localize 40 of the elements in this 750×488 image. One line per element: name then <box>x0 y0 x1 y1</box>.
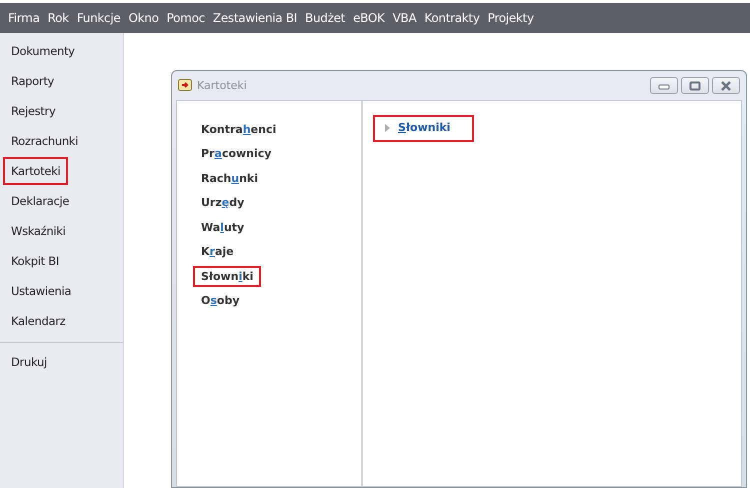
sidebar-item[interactable]: Raporty <box>3 67 62 95</box>
menu-item[interactable]: eBOK <box>349 11 389 25</box>
sidebar-item[interactable]: Kokpit BI <box>3 247 67 275</box>
sidebar-item[interactable]: Deklaracje <box>3 187 78 215</box>
list-item[interactable]: Rachunki <box>193 168 266 189</box>
list-item[interactable]: Kontrahenci <box>193 118 284 140</box>
sidebar-item[interactable]: Wskaźniki <box>3 217 74 245</box>
menu-item[interactable]: VBA <box>388 11 420 25</box>
menu-item[interactable]: Pomoc <box>162 11 209 25</box>
menu-item[interactable]: Zestawienia BI <box>208 11 302 25</box>
menu-item[interactable]: Okno <box>124 11 163 25</box>
minimize-icon <box>658 82 670 90</box>
close-button[interactable] <box>712 77 740 94</box>
list-item[interactable]: Pracownicy <box>193 143 280 164</box>
maximize-button[interactable] <box>681 77 709 94</box>
menu-item[interactable]: Kontrakty <box>420 11 484 25</box>
sidebar-item[interactable]: Kalendarz <box>3 307 74 335</box>
menu-item[interactable]: Rok <box>44 11 73 25</box>
minimize-button[interactable] <box>650 77 678 94</box>
sidebar-item[interactable]: Drukuj <box>3 348 55 376</box>
window-title: Kartoteki <box>197 79 247 92</box>
menu-item[interactable]: Budżet <box>301 11 350 25</box>
list-item[interactable]: Kraje <box>193 241 242 262</box>
sidebar-item[interactable]: Dokumenty <box>3 37 83 65</box>
maximize-icon <box>689 80 701 90</box>
menu-item[interactable]: Projekty <box>484 11 538 25</box>
list-item[interactable]: Osoby <box>193 290 248 312</box>
menu-item[interactable]: Funkcje <box>72 11 124 25</box>
tree-node[interactable]: Słowniki <box>373 115 474 142</box>
sidebar-item[interactable]: Rejestry <box>3 97 64 125</box>
sidebar-item[interactable]: Kartoteki <box>3 157 68 185</box>
menu-item[interactable]: Firma <box>4 11 44 25</box>
app-icon <box>178 79 192 92</box>
expand-triangle-icon[interactable] <box>385 124 390 132</box>
list-item[interactable]: Słowniki <box>193 266 262 287</box>
close-icon <box>720 80 732 90</box>
list-item[interactable]: Urzędy <box>193 192 252 214</box>
sidebar-item[interactable]: Rozrachunki <box>3 127 86 155</box>
sidebar-item[interactable]: Ustawienia <box>3 277 80 305</box>
list-item[interactable]: Waluty <box>193 216 252 238</box>
